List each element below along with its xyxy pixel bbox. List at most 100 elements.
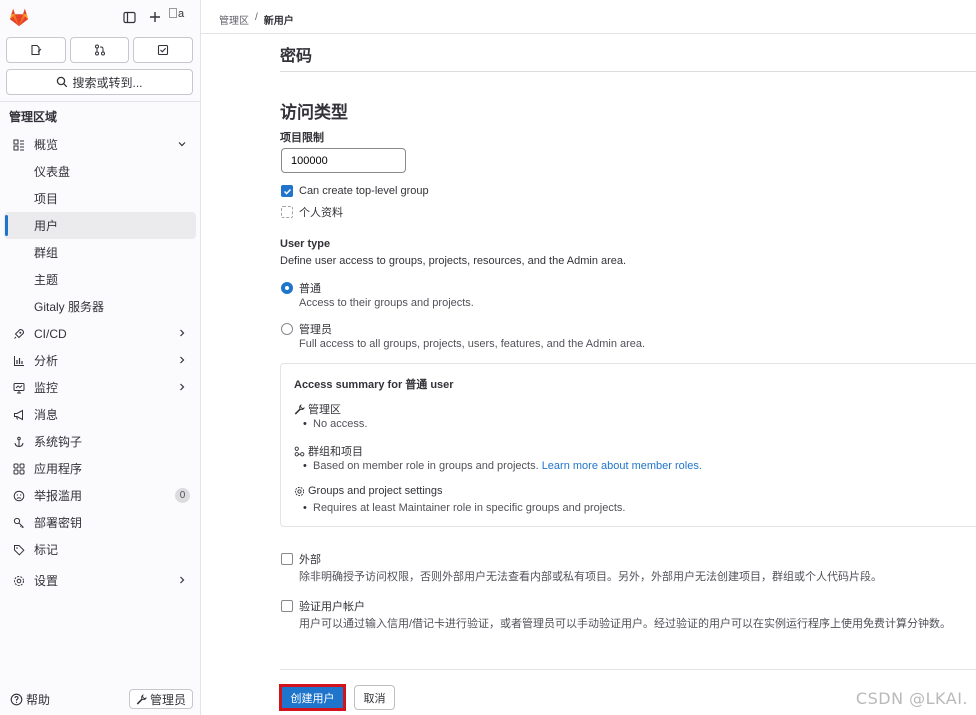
- validate-row[interactable]: 验证用户帐户: [281, 598, 365, 614]
- nav-groups[interactable]: 群组: [4, 239, 196, 266]
- nav-system-hooks[interactable]: 系统钩子: [4, 428, 196, 455]
- breadcrumb: 管理区 / 新用户: [219, 12, 294, 27]
- settings-summary-label: Groups and project settings: [308, 485, 443, 497]
- nav-users-label: 用户: [34, 219, 59, 233]
- access-summary-title: Access summary for 普通 user: [294, 379, 454, 391]
- validate-label: 验证用户帐户: [299, 601, 365, 613]
- watermark: CSDN @LKAI.: [855, 689, 968, 708]
- nav-topics[interactable]: 主题: [4, 266, 196, 293]
- nav-overview-label: 概览: [34, 138, 59, 152]
- gitlab-logo-icon[interactable]: [7, 7, 31, 27]
- nav-applications[interactable]: 应用程序: [4, 455, 196, 482]
- private-profile-label: 个人资料: [299, 207, 343, 219]
- nav-groups-label: 群组: [34, 246, 59, 260]
- external-row[interactable]: 外部: [281, 551, 321, 567]
- settings-icon: [294, 486, 305, 496]
- admin-radio[interactable]: [281, 323, 293, 335]
- admin-area-section: 管理区: [294, 401, 341, 417]
- nav-messages[interactable]: 消息: [4, 401, 196, 428]
- can-create-group-row[interactable]: Can create top-level group: [281, 185, 429, 197]
- nav-topics-label: 主题: [34, 273, 59, 287]
- user-type-description: Define user access to groups, projects, …: [280, 255, 627, 267]
- can-create-group-label: Can create top-level group: [299, 185, 429, 197]
- admin-user-option[interactable]: 管理员: [281, 321, 332, 337]
- search-button[interactable]: 搜索或转到...: [6, 69, 193, 95]
- chevron-down-icon: [178, 142, 186, 147]
- search-icon: [57, 76, 68, 88]
- access-heading: 访问类型: [280, 103, 348, 122]
- access-summary-panel: Access summary for 普通 user 管理区 No access…: [280, 363, 976, 527]
- chevron-right-icon: [180, 329, 185, 337]
- can-create-group-checkbox[interactable]: [281, 185, 293, 197]
- nav-abuse-reports[interactable]: 举报滥用 0: [4, 482, 196, 509]
- settings-section: Groups and project settings: [294, 485, 443, 497]
- issues-button[interactable]: [6, 37, 66, 63]
- nav-overview[interactable]: 概览: [4, 131, 196, 158]
- private-profile-row[interactable]: 个人资料: [281, 204, 343, 220]
- nav-dashboard-label: 仪表盘: [34, 165, 71, 179]
- help-button[interactable]: 帮助: [10, 691, 50, 708]
- nav-projects[interactable]: 项目: [4, 185, 196, 212]
- nav-deploy-keys-label: 部署密钥: [34, 516, 83, 530]
- cancel-button[interactable]: 取消: [354, 685, 395, 710]
- nav-gitaly-servers[interactable]: Gitaly 服务器: [4, 293, 196, 320]
- group-icon: [294, 446, 305, 456]
- regular-label: 普通: [299, 283, 321, 295]
- private-profile-checkbox[interactable]: [281, 206, 293, 218]
- todo-icon: [158, 44, 169, 56]
- checkmark-icon: [283, 188, 291, 195]
- breadcrumb-admin-area[interactable]: 管理区: [219, 12, 249, 27]
- regular-description: Access to their groups and projects.: [299, 297, 474, 309]
- key-icon: [12, 516, 26, 530]
- merge-requests-button[interactable]: [69, 37, 130, 63]
- applications-icon: [12, 462, 26, 476]
- todo-button[interactable]: [133, 37, 194, 63]
- nav-abuse-reports-label: 举报滥用: [34, 489, 83, 503]
- external-checkbox[interactable]: [281, 553, 293, 565]
- quick-actions: [6, 37, 194, 63]
- regular-radio[interactable]: [281, 282, 293, 294]
- nav-cicd-label: CI/CD: [34, 326, 67, 341]
- breadcrumb-separator: /: [255, 12, 258, 23]
- merge-request-icon: [94, 44, 105, 56]
- sidebar-top: a: [7, 6, 193, 28]
- projects-limit-input[interactable]: [281, 148, 406, 173]
- admin-button[interactable]: 管理员: [128, 689, 193, 709]
- main-content: 密码 访问类型 项目限制 Can create top-level group …: [279, 34, 976, 715]
- validate-checkbox[interactable]: [281, 600, 293, 612]
- user-type-label: User type: [280, 238, 331, 250]
- member-roles-link[interactable]: Learn more about member roles.: [542, 460, 702, 472]
- wrench-icon: [294, 403, 305, 415]
- plus-icon[interactable]: [146, 8, 164, 26]
- avatar[interactable]: a: [169, 8, 189, 26]
- top-bar: 管理区 / 新用户: [201, 0, 976, 34]
- groups-projects-text: Based on member role in groups and proje…: [313, 460, 539, 472]
- help-icon: [10, 693, 23, 706]
- create-user-button[interactable]: 创建用户: [279, 684, 346, 711]
- projects-limit-label: 项目限制: [280, 132, 324, 144]
- regular-user-option[interactable]: 普通: [281, 280, 321, 296]
- sidebar-toggle-icon[interactable]: [120, 8, 138, 26]
- nav-settings[interactable]: 设置: [4, 567, 196, 594]
- nav-messages-label: 消息: [34, 408, 59, 422]
- nav-deploy-keys[interactable]: 部署密钥: [4, 509, 196, 536]
- abuse-icon: [12, 489, 26, 503]
- issues-icon: [31, 44, 42, 56]
- nav-dashboard[interactable]: 仪表盘: [4, 158, 196, 185]
- groups-projects-item: Based on member role in groups and proje…: [303, 460, 702, 472]
- nav-users[interactable]: 用户: [4, 212, 196, 239]
- nav-monitoring[interactable]: 监控: [4, 374, 196, 401]
- sidebar-nav: 概览 仪表盘 项目 用户 群组 主题 Gitaly 服务器 CI/CD 分析 监…: [4, 131, 196, 594]
- groups-projects-section: 群组和项目: [294, 443, 363, 459]
- nav-cicd[interactable]: CI/CD: [4, 320, 196, 347]
- nav-labels[interactable]: 标记: [4, 536, 196, 563]
- admin-description: Full access to all groups, projects, use…: [299, 338, 646, 350]
- sidebar-bottom: 帮助 管理员: [0, 685, 200, 715]
- rocket-icon: [12, 327, 26, 341]
- nav-gitaly-label: Gitaly 服务器: [34, 300, 105, 314]
- anchor-icon: [12, 435, 26, 449]
- avatar-alt-text: a: [178, 8, 185, 20]
- nav-analytics[interactable]: 分析: [4, 347, 196, 374]
- settings-icon: [12, 574, 26, 588]
- external-label: 外部: [299, 554, 321, 566]
